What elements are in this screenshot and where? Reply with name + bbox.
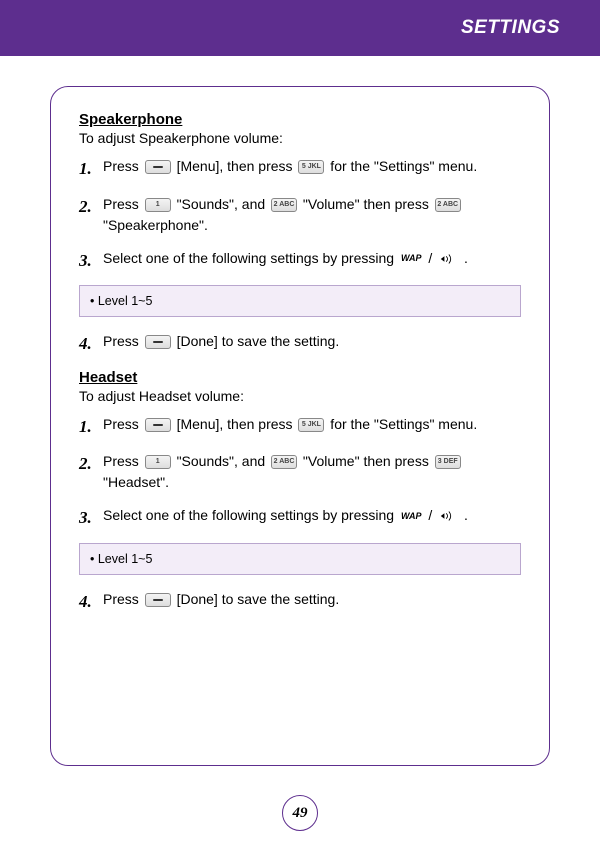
hs-step-3: 3. Select one of the following settings … xyxy=(79,505,521,531)
speakerphone-subtext: To adjust Speakerphone volume: xyxy=(79,130,521,146)
step-body: Select one of the following settings by … xyxy=(103,505,521,526)
sp-step-3: 3. Select one of the following settings … xyxy=(79,248,521,274)
key-1-icon: 1 xyxy=(145,198,171,212)
header-bar: SETTINGS xyxy=(0,0,600,56)
sp-step-2: 2. Press 1 "Sounds", and 2 ABC "Volume" … xyxy=(79,194,521,236)
key-2-icon: 2 ABC xyxy=(271,455,297,469)
hs-step-1: 1. Press [Menu], then press 5 JKL for th… xyxy=(79,414,521,440)
signal-key-icon xyxy=(438,252,458,266)
step-number: 3. xyxy=(79,505,103,531)
headset-heading: Headset xyxy=(79,369,521,386)
hs-step-4: 4. Press [Done] to save the setting. xyxy=(79,589,521,615)
key-2-icon: 2 ABC xyxy=(435,198,461,212)
sp-step-1: 1. Press [Menu], then press 5 JKL for th… xyxy=(79,156,521,182)
step-body: Press [Menu], then press 5 JKL for the "… xyxy=(103,414,521,435)
key-2-icon: 2 ABC xyxy=(271,198,297,212)
step-number: 4. xyxy=(79,331,103,357)
sp-step-4: 4. Press [Done] to save the setting. xyxy=(79,331,521,357)
speakerphone-heading: Speakerphone xyxy=(79,111,521,128)
step-body: Press 1 "Sounds", and 2 ABC "Volume" the… xyxy=(103,451,521,493)
step-body: Select one of the following settings by … xyxy=(103,248,521,269)
step-number: 4. xyxy=(79,589,103,615)
hs-level-info: • Level 1~5 xyxy=(79,543,521,575)
key-5-icon: 5 JKL xyxy=(298,418,324,432)
step-body: Press [Menu], then press 5 JKL for the "… xyxy=(103,156,521,177)
hs-step-2: 2. Press 1 "Sounds", and 2 ABC "Volume" … xyxy=(79,451,521,493)
wap-key-icon: WAP xyxy=(400,509,423,523)
content-panel: Speakerphone To adjust Speakerphone volu… xyxy=(50,86,550,766)
headset-section: Headset To adjust Headset volume: 1. Pre… xyxy=(79,369,521,615)
step-number: 1. xyxy=(79,156,103,182)
key-1-icon: 1 xyxy=(145,455,171,469)
step-body: Press 1 "Sounds", and 2 ABC "Volume" the… xyxy=(103,194,521,236)
signal-key-icon xyxy=(438,509,458,523)
menu-key-icon xyxy=(145,160,171,174)
done-key-icon xyxy=(145,593,171,607)
step-number: 2. xyxy=(79,194,103,220)
menu-key-icon xyxy=(145,418,171,432)
step-number: 3. xyxy=(79,248,103,274)
done-key-icon xyxy=(145,335,171,349)
headset-subtext: To adjust Headset volume: xyxy=(79,388,521,404)
step-body: Press [Done] to save the setting. xyxy=(103,331,521,352)
step-number: 2. xyxy=(79,451,103,477)
key-5-icon: 5 JKL xyxy=(298,160,324,174)
page-number: 49 xyxy=(282,795,318,831)
page-title: SETTINGS xyxy=(461,17,560,39)
key-3-icon: 3 DEF xyxy=(435,455,461,469)
speakerphone-section: Speakerphone To adjust Speakerphone volu… xyxy=(79,111,521,357)
step-number: 1. xyxy=(79,414,103,440)
sp-level-info: • Level 1~5 xyxy=(79,285,521,317)
wap-key-icon: WAP xyxy=(400,252,423,266)
step-body: Press [Done] to save the setting. xyxy=(103,589,521,610)
